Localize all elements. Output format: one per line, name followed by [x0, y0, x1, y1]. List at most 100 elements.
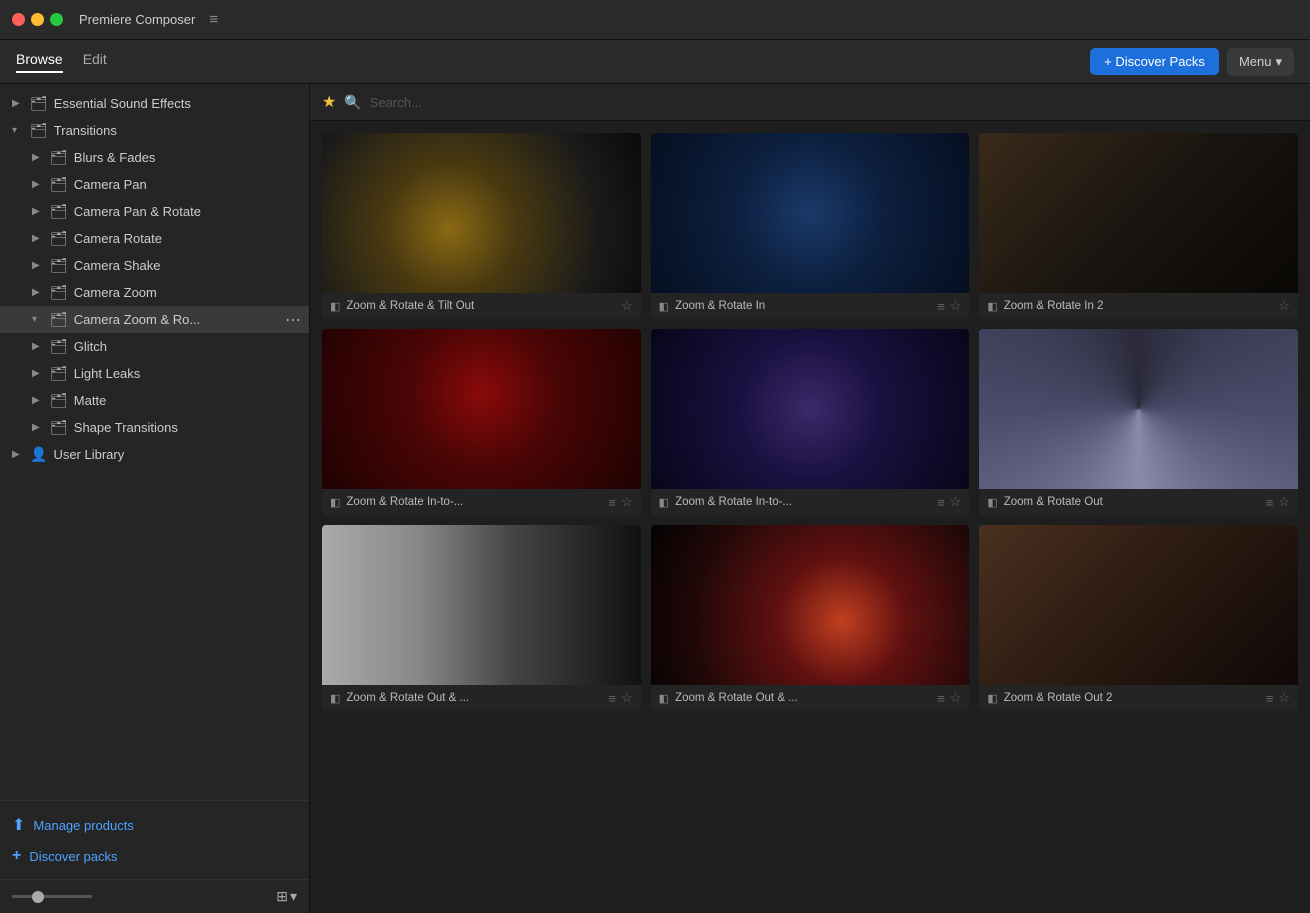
folder-icon: 🗂 — [50, 392, 68, 409]
sidebar-item-shape-transitions[interactable]: ▶ 🗂 Shape Transitions — [0, 414, 309, 441]
chevron-right-icon: ▶ — [32, 287, 44, 298]
grid-item-label: Zoom & Rotate & Tilt Out — [346, 300, 615, 312]
grid-item-footer: ◧Zoom & Rotate In-to-...≡☆ — [322, 489, 641, 515]
grid-item-menu-button[interactable]: ≡ — [937, 299, 945, 314]
main-layout: ▶ 🗂 Essential Sound Effects ▾ 🗂 Transiti… — [0, 84, 1310, 913]
grid-item-actions: ≡☆ — [1266, 690, 1290, 706]
grid-item-star-button[interactable]: ☆ — [1278, 690, 1290, 706]
topnav-actions: + Discover Packs Menu ▾ — [1090, 48, 1294, 76]
grid-item-star-button[interactable]: ☆ — [621, 298, 633, 314]
view-toggle[interactable]: ⊞ ▾ — [276, 888, 297, 905]
grid-item-zoom-rotate-into-2[interactable]: ◧Zoom & Rotate In-to-...≡☆ — [651, 329, 970, 515]
discover-packs-action[interactable]: + Discover packs — [12, 841, 297, 871]
sidebar-item-camera-pan[interactable]: ▶ 🗂 Camera Pan — [0, 171, 309, 198]
grid-item-actions: ☆ — [621, 298, 633, 314]
manage-products-action[interactable]: ⬆ Manage products — [12, 809, 297, 841]
sidebar-item-label: Camera Pan — [74, 177, 147, 192]
search-icon: 🔍 — [344, 94, 361, 111]
sidebar-item-camera-zoom-ro[interactable]: ▾ 🗂 Camera Zoom & Ro... ⋯ — [0, 306, 309, 333]
chevron-right-icon: ▶ — [12, 98, 24, 109]
grid-item-star-button[interactable]: ☆ — [950, 298, 962, 314]
grid-item-menu-button[interactable]: ≡ — [937, 495, 945, 510]
tab-browse[interactable]: Browse — [16, 51, 63, 73]
grid-thumb-zoom-rotate-out-and-2 — [651, 525, 970, 685]
grid-item-footer: ◧Zoom & Rotate In 2☆ — [979, 293, 1298, 319]
sidebar-item-label: Blurs & Fades — [74, 150, 156, 165]
size-slider[interactable] — [12, 895, 92, 898]
search-input[interactable] — [370, 95, 1298, 110]
grid-item-menu-button[interactable]: ≡ — [608, 691, 616, 706]
clip-icon: ◧ — [659, 300, 669, 313]
grid-item-actions: ≡☆ — [937, 690, 961, 706]
grid-item-label: Zoom & Rotate In 2 — [1004, 300, 1273, 312]
grid-item-zoom-rotate-out-and-1[interactable]: ◧Zoom & Rotate Out & ...≡☆ — [322, 525, 641, 711]
sidebar-item-label: Camera Pan & Rotate — [74, 204, 201, 219]
grid-item-zoom-rotate-in[interactable]: ◧Zoom & Rotate In≡☆ — [651, 133, 970, 319]
grid-item-actions: ≡☆ — [608, 690, 632, 706]
sidebar-item-camera-shake[interactable]: ▶ 🗂 Camera Shake — [0, 252, 309, 279]
sidebar-item-user-library[interactable]: ▶ 👤 User Library — [0, 441, 309, 468]
folder-icon: 🗂 — [30, 95, 48, 112]
maximize-button[interactable] — [50, 13, 63, 26]
folder-icon: 🗂 — [50, 176, 68, 193]
grid-item-star-button[interactable]: ☆ — [621, 690, 633, 706]
grid-item-star-button[interactable]: ☆ — [950, 494, 962, 510]
menu-button[interactable]: Menu ▾ — [1227, 48, 1294, 76]
folder-icon: 🗂 — [50, 419, 68, 436]
menu-icon[interactable]: ≡ — [209, 11, 218, 28]
grid-thumb-zoom-rotate-out-and-1 — [322, 525, 641, 685]
grid-item-zoom-rotate-out[interactable]: ◧Zoom & Rotate Out≡☆ — [979, 329, 1298, 515]
grid-thumb-zoom-rotate-in-2 — [979, 133, 1298, 293]
grid-item-star-button[interactable]: ☆ — [621, 494, 633, 510]
sidebar-item-blurs-fades[interactable]: ▶ 🗂 Blurs & Fades — [0, 144, 309, 171]
sidebar-item-label: Camera Shake — [74, 258, 161, 273]
grid-item-footer: ◧Zoom & Rotate Out≡☆ — [979, 489, 1298, 515]
sidebar-item-label: Camera Rotate — [74, 231, 162, 246]
minimize-button[interactable] — [31, 13, 44, 26]
grid-item-star-button[interactable]: ☆ — [1278, 298, 1290, 314]
sidebar-item-transitions[interactable]: ▾ 🗂 Transitions — [0, 117, 309, 144]
folder-icon: 🗂 — [50, 311, 68, 328]
grid-item-zoom-rotate-in-2[interactable]: ◧Zoom & Rotate In 2☆ — [979, 133, 1298, 319]
topnav-tabs: Browse Edit — [16, 51, 1090, 73]
clip-icon: ◧ — [330, 496, 340, 509]
grid-item-zoom-rotate-out-and-2[interactable]: ◧Zoom & Rotate Out & ...≡☆ — [651, 525, 970, 711]
grid-item-zoom-rotate-tilt-out[interactable]: ◧Zoom & Rotate & Tilt Out☆ — [322, 133, 641, 319]
sidebar-content: ▶ 🗂 Essential Sound Effects ▾ 🗂 Transiti… — [0, 84, 309, 800]
grid-item-footer: ◧Zoom & Rotate Out & ...≡☆ — [322, 685, 641, 711]
grid-item-star-button[interactable]: ☆ — [950, 690, 962, 706]
discover-packs-label: Discover packs — [29, 849, 117, 864]
grid-item-menu-button[interactable]: ≡ — [608, 495, 616, 510]
grid-item-footer: ◧Zoom & Rotate Out 2≡☆ — [979, 685, 1298, 711]
chevron-right-icon: ▶ — [32, 233, 44, 244]
sidebar-item-glitch[interactable]: ▶ 🗂 Glitch — [0, 333, 309, 360]
more-options-icon[interactable]: ⋯ — [285, 310, 301, 330]
sidebar-item-light-leaks[interactable]: ▶ 🗂 Light Leaks — [0, 360, 309, 387]
grid-item-menu-button[interactable]: ≡ — [1266, 495, 1274, 510]
folder-icon: 🗂 — [50, 284, 68, 301]
clip-icon: ◧ — [659, 496, 669, 509]
discover-packs-button[interactable]: + Discover Packs — [1090, 48, 1219, 75]
tab-edit[interactable]: Edit — [83, 51, 107, 73]
grid-item-actions: ≡☆ — [937, 494, 961, 510]
sidebar-item-camera-pan-rotate[interactable]: ▶ 🗂 Camera Pan & Rotate — [0, 198, 309, 225]
grid-item-menu-button[interactable]: ≡ — [1266, 691, 1274, 706]
filter-star-icon[interactable]: ★ — [322, 92, 336, 112]
sidebar-item-camera-rotate[interactable]: ▶ 🗂 Camera Rotate — [0, 225, 309, 252]
chevron-right-icon: ▶ — [32, 260, 44, 271]
folder-icon: 🗂 — [50, 257, 68, 274]
grid-item-star-button[interactable]: ☆ — [1278, 494, 1290, 510]
grid-thumb-zoom-rotate-out-2 — [979, 525, 1298, 685]
grid-item-zoom-rotate-out-2[interactable]: ◧Zoom & Rotate Out 2≡☆ — [979, 525, 1298, 711]
grid-item-zoom-rotate-into-1[interactable]: ◧Zoom & Rotate In-to-...≡☆ — [322, 329, 641, 515]
size-slider-container — [12, 895, 268, 898]
sidebar-item-essential-sound-effects[interactable]: ▶ 🗂 Essential Sound Effects — [0, 90, 309, 117]
grid-item-menu-button[interactable]: ≡ — [937, 691, 945, 706]
chevron-right-icon: ▶ — [32, 206, 44, 217]
close-button[interactable] — [12, 13, 25, 26]
sidebar-item-matte[interactable]: ▶ 🗂 Matte — [0, 387, 309, 414]
grid-item-label: Zoom & Rotate In-to-... — [675, 496, 931, 508]
cloud-icon: ⬆ — [12, 815, 25, 835]
chevron-down-icon: ▾ — [290, 888, 297, 905]
sidebar-item-camera-zoom[interactable]: ▶ 🗂 Camera Zoom — [0, 279, 309, 306]
